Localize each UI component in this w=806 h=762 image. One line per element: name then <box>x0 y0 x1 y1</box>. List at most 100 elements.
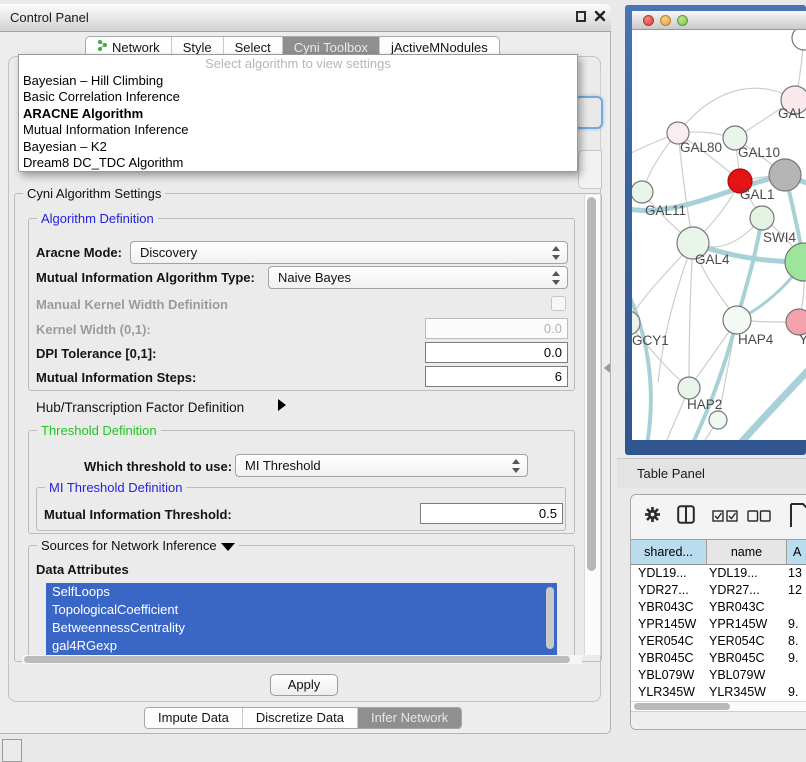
combo-stepper-icon <box>512 459 519 473</box>
function-builder-icon[interactable] <box>789 502 806 532</box>
aracne-mode-combobox[interactable]: Discovery <box>130 241 568 264</box>
mi-steps-label: Mutual Information Steps: <box>36 370 196 385</box>
dropdown-item[interactable]: Bayesian – K2 <box>19 139 577 155</box>
mi-threshold-field[interactable] <box>420 503 563 524</box>
dpi-tolerance-label: DPI Tolerance [0,1]: <box>36 346 156 361</box>
table-row[interactable]: YBR045CYBR045C9. <box>631 650 806 667</box>
column-header-shared-name[interactable]: shared... <box>631 540 707 564</box>
node-label: Y <box>799 332 806 347</box>
network-window-titlebar[interactable] <box>632 11 806 30</box>
dropdown-item-selected[interactable]: ARACNE Algorithm <box>19 106 577 122</box>
collapse-arrow-icon <box>221 543 235 551</box>
gear-icon[interactable] <box>644 506 661 528</box>
mi-algorithm-type-label: Mutual Information Algorithm Type: <box>36 270 255 285</box>
control-panel-title: Control Panel <box>10 10 89 25</box>
threshold-definition-title: Threshold Definition <box>37 423 161 438</box>
mi-algorithm-type-combobox[interactable]: Naive Bayes <box>268 266 568 289</box>
panel-splitter-arrow-icon[interactable] <box>604 363 610 373</box>
node-label: GAL1 <box>740 187 775 202</box>
scrollbar-thumb[interactable] <box>587 197 596 571</box>
network-canvas[interactable]: GAL80 GAL10 GAL1 GAL11 SWI4 GAL4 GCY1 HA… <box>632 30 806 440</box>
mi-threshold-label: Mutual Information Threshold: <box>44 507 232 522</box>
table-row[interactable]: YBL079WYBL079W <box>631 667 806 684</box>
tab-impute-data[interactable]: Impute Data <box>145 708 243 728</box>
hub-factor-section-label[interactable]: Hub/Transcription Factor Definition <box>36 400 244 415</box>
settings-vertical-scrollbar[interactable] <box>584 195 601 655</box>
table-row[interactable]: YDL19...YDL19...13 <box>631 565 806 582</box>
table-row[interactable]: YPR145WYPR145W9. <box>631 616 806 633</box>
network-node[interactable] <box>678 377 700 399</box>
table-row[interactable]: YLR345WYLR345W9. <box>631 684 806 701</box>
node-label: SWI4 <box>763 230 796 245</box>
sources-group-title[interactable]: Sources for Network Inference <box>37 538 239 553</box>
aracne-mode-label: Aracne Mode: <box>36 245 122 260</box>
network-node[interactable] <box>709 411 727 429</box>
dropdown-item[interactable]: Mutual Information Inference <box>19 122 577 138</box>
tab-infer-network[interactable]: Infer Network <box>358 708 461 728</box>
table-header: shared... name A <box>631 539 806 565</box>
list-item[interactable]: TopologicalCoefficient <box>46 601 557 619</box>
node-label: GAL <box>778 106 806 121</box>
unselect-all-checkboxes-icon[interactable] <box>747 509 771 527</box>
scrollbar-thumb[interactable] <box>24 656 570 663</box>
close-panel-icon[interactable] <box>594 9 606 23</box>
inference-algorithm-combo-fragment[interactable] <box>574 96 603 129</box>
columns-icon[interactable] <box>677 505 695 529</box>
algorithm-dropdown-list: Select algorithm to view settings Bayesi… <box>18 54 578 172</box>
list-item[interactable]: BetweennessCentrality <box>46 619 557 637</box>
tab-discretize-data[interactable]: Discretize Data <box>243 708 358 728</box>
manual-kernel-width-checkbox[interactable] <box>551 296 566 311</box>
network-node[interactable] <box>785 243 806 281</box>
node-label: GAL11 <box>645 203 686 218</box>
table-panel-window: shared... name A YDL19...YDL19...13 YDR2… <box>630 494 806 730</box>
node-label: GAL10 <box>738 145 780 160</box>
mi-steps-field[interactable] <box>425 366 568 387</box>
column-header-name[interactable]: name <box>707 540 787 564</box>
network-node[interactable] <box>723 306 751 334</box>
kernel-width-field[interactable] <box>425 318 568 339</box>
which-threshold-combobox[interactable]: MI Threshold <box>235 454 528 477</box>
table-row[interactable]: YBR043CYBR043C <box>631 599 806 616</box>
cyni-bottom-tabbar: Impute Data Discretize Data Infer Networ… <box>144 707 462 729</box>
manual-kernel-width-label: Manual Kernel Width Definition <box>36 297 228 312</box>
node-label: GAL4 <box>695 252 730 267</box>
mi-threshold-group-title: MI Threshold Definition <box>45 480 186 495</box>
settings-horizontal-scrollbar[interactable] <box>22 655 582 664</box>
float-panel-icon[interactable] <box>576 11 586 22</box>
minimize-window-icon[interactable] <box>660 15 671 26</box>
node-label: HAP4 <box>738 332 774 347</box>
expand-arrow-icon[interactable] <box>278 399 286 411</box>
column-header-clipped[interactable]: A <box>787 540 806 564</box>
list-item[interactable]: SelfLoops <box>46 583 557 601</box>
table-row[interactable]: YER054CYER054C8. <box>631 633 806 650</box>
network-node[interactable] <box>792 30 806 50</box>
list-item[interactable]: gal4RGexp <box>46 637 557 655</box>
combo-stepper-icon <box>552 271 559 285</box>
control-panel-titlebar[interactable] <box>0 4 611 32</box>
floating-panel-handle[interactable] <box>2 739 22 762</box>
select-all-checkboxes-icon[interactable] <box>712 509 738 527</box>
table-row[interactable]: YDR27...YDR27...12 <box>631 582 806 599</box>
table-panel-footer <box>631 711 806 730</box>
node-label: GCY1 <box>632 333 669 348</box>
dropdown-item[interactable]: Basic Correlation Inference <box>19 89 577 105</box>
dropdown-item[interactable]: Bayesian – Hill Climbing <box>19 73 577 89</box>
zoom-window-icon[interactable] <box>677 15 688 26</box>
close-window-icon[interactable] <box>643 15 654 26</box>
apply-button[interactable]: Apply <box>270 674 338 696</box>
list-scrollbar[interactable] <box>546 587 554 649</box>
network-node[interactable] <box>632 181 653 203</box>
dropdown-item[interactable]: Dream8 DC_TDC Algorithm <box>19 155 577 171</box>
cyni-settings-group-title: Cyni Algorithm Settings <box>23 186 165 201</box>
combo-stepper-icon <box>552 246 559 260</box>
dropdown-placeholder: Select algorithm to view settings <box>19 55 577 73</box>
table-toolbar <box>631 495 806 539</box>
dpi-tolerance-field[interactable] <box>425 342 568 363</box>
table-body[interactable]: YDL19...YDL19...13 YDR27...YDR27...12 YB… <box>631 565 806 707</box>
which-threshold-label: Which threshold to use: <box>84 459 232 474</box>
data-attributes-label: Data Attributes <box>36 562 129 577</box>
scrollbar-thumb[interactable] <box>634 703 730 710</box>
network-node[interactable] <box>750 206 774 230</box>
data-attributes-list[interactable]: SelfLoops TopologicalCoefficient Between… <box>46 583 557 658</box>
node-label: GAL80 <box>680 140 722 155</box>
